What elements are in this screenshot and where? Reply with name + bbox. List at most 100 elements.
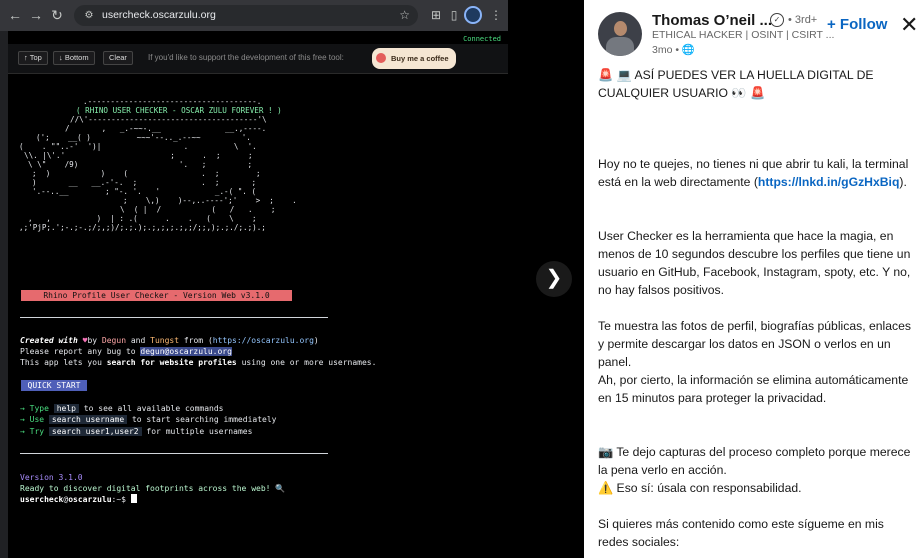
version-text: Version 3.1.0 xyxy=(20,473,83,482)
prompt-host: oscarzulu xyxy=(68,495,112,504)
close-paren-text: ) xyxy=(313,336,319,345)
post-paragraph: ⚠️ Eso sí: úsala con responsabilidad. xyxy=(598,481,802,495)
author-headline: ETHICAL HACKER | OSINT | CSIRT ... xyxy=(652,29,835,41)
ascii-line: \ ( | / ( / . ; xyxy=(120,205,276,214)
app-bold-text: search for website profiles xyxy=(106,358,237,367)
ascii-line: ; \,) )--,..----';' > ; . xyxy=(123,196,297,205)
ascii-line: , , ) | : .( . . ( \ ; xyxy=(28,214,257,223)
connection-status: Connected xyxy=(463,35,501,43)
post-paragraph: Si quieres más contenido como este sígue… xyxy=(598,517,884,549)
extensions-icon[interactable]: ⊞ xyxy=(427,6,445,24)
media-viewer: ← → ↻ ⚙ usercheck.oscarzulu.org ☆ ⊞ ▯ ⋮ … xyxy=(0,0,584,558)
app-suffix-text: using one or more usernames. xyxy=(236,358,377,367)
connection-degree: • 3rd+ xyxy=(788,14,818,26)
coffee-label: Buy me a coffee xyxy=(391,54,449,63)
profile-avatar-icon[interactable] xyxy=(464,6,482,24)
post-title: 🚨 💻 ASÍ PUEDES VER LA HUELLA DIGITAL DE … xyxy=(598,68,874,100)
version-title-banner: Rhino Profile User Checker - Version Web… xyxy=(21,290,292,301)
qs-command: help xyxy=(53,404,79,413)
sidebar-icon[interactable]: ▯ xyxy=(445,6,463,24)
author-degun: Degun xyxy=(101,336,127,345)
quick-start-item: → Type help to see all available command… xyxy=(20,403,223,414)
post-paragraph: 📷 Te dejo capturas del proceso completo … xyxy=(598,445,911,477)
ascii-line: \ \" /9) '. ; ; xyxy=(28,160,253,169)
next-image-button[interactable]: ❯ xyxy=(536,261,572,297)
forward-arrow-icon[interactable]: → xyxy=(27,6,45,24)
qs-prefix: → Try xyxy=(20,427,49,436)
app-prefix-text: This app lets you xyxy=(20,358,107,367)
author-tungst: Tungst xyxy=(150,336,180,345)
scroll-bottom-button[interactable]: ↓ Bottom xyxy=(53,51,95,65)
post-meta: 3mo • 🌐 xyxy=(652,44,696,56)
divider xyxy=(20,453,328,454)
browser-toolbar: ← → ↻ ⚙ usercheck.oscarzulu.org ☆ ⊞ ▯ ⋮ xyxy=(0,0,508,31)
command-prompt[interactable]: usercheck@oscarzulu:~$ xyxy=(20,494,137,505)
ascii-line: / , _.-~~-.__ __.,----. xyxy=(65,124,267,133)
qs-prefix: → Use xyxy=(20,415,49,424)
qs-prefix: → Type xyxy=(20,404,54,413)
buy-me-a-coffee-button[interactable]: Buy me a coffee xyxy=(372,48,456,69)
ascii-line: ) __ __.-'-. ; . ; ; xyxy=(32,178,257,187)
qs-command: search user1,user2 xyxy=(48,427,142,436)
qs-command: search username xyxy=(48,415,128,424)
by-text: by xyxy=(87,336,98,345)
ascii-line: ,;'PjP;.';-.;-.;/;,;)/;.;.);.;,;,;.;,;/;… xyxy=(19,223,266,232)
ascii-line: '.--..__ ; "-. '. ' _.-( ". ( xyxy=(32,187,257,196)
address-bar[interactable]: ⚙ usercheck.oscarzulu.org ☆ xyxy=(74,5,418,26)
qs-text: for multiple usernames xyxy=(141,427,253,436)
reload-icon[interactable]: ↻ xyxy=(48,6,66,24)
terminal-page: Connected ↑ Top ↓ Bottom Clear If you'd … xyxy=(8,31,508,558)
author-name[interactable]: Thomas O’neil ... xyxy=(652,12,772,29)
site-info-icon[interactable]: ⚙ xyxy=(82,9,96,22)
post-paragraph: Hoy no te quejes, no tienes ni que abrir… xyxy=(598,157,909,189)
and-text: and xyxy=(130,336,146,345)
verified-shield-icon: ✓ xyxy=(770,13,784,27)
report-bug-line: Please report any bug to degun@oscarzulu… xyxy=(20,346,232,357)
quick-start-badge: QUICK START xyxy=(21,380,87,391)
site-link[interactable]: https://oscarzulu.org xyxy=(213,336,314,345)
created-with-text: Created with xyxy=(20,336,78,345)
from-text: from ( xyxy=(183,336,213,345)
ascii-line: //\'------------------------------------… xyxy=(70,115,267,124)
post-panel: Thomas O’neil ... ✓ • 3rd+ + Follow ✕ ET… xyxy=(584,0,923,558)
post-paragraph: Te muestra las fotos de perfil, biografí… xyxy=(598,319,911,369)
divider xyxy=(20,317,328,318)
prompt-user: usercheck xyxy=(20,495,64,504)
address-url: usercheck.oscarzulu.org xyxy=(102,9,216,21)
post-paragraph: User Checker es la herramienta que hace … xyxy=(598,229,911,297)
author-avatar[interactable] xyxy=(598,12,642,56)
terminal-controls: ↑ Top ↓ Bottom Clear If you'd like to su… xyxy=(8,44,508,74)
ready-message: Ready to discover digital footprints acr… xyxy=(20,484,286,493)
app-description-line: This app lets you search for website pro… xyxy=(20,357,376,368)
menu-dots-icon[interactable]: ⋮ xyxy=(487,6,505,24)
quick-start-item: → Try search user1,user2 for multiple us… xyxy=(20,426,252,437)
close-icon[interactable]: ✕ xyxy=(900,13,918,37)
ascii-rhino-art: .-------------------------------------. … xyxy=(19,97,339,282)
report-bug-text: Please report any bug to xyxy=(20,347,141,356)
post-link[interactable]: https://lnkd.in/gGzHxBiq xyxy=(758,175,900,189)
bookmark-star-icon[interactable]: ☆ xyxy=(399,7,410,24)
ascii-line: ( RHINO USER CHECKER - OSCAR ZULU FOREVE… xyxy=(76,106,282,115)
ascii-line: .-------------------------------------. xyxy=(83,97,262,106)
follow-button[interactable]: + Follow xyxy=(827,16,887,33)
ascii-line: ; ) ) ( . ; ; xyxy=(32,169,261,178)
created-with-line: Created with ♥by Degun and Tungst from (… xyxy=(20,335,319,346)
ascii-line: \\. |\'.' ; . ; ; xyxy=(24,151,253,160)
qs-text: to see all available commands xyxy=(78,404,224,413)
avatar-body xyxy=(606,37,634,56)
ascii-line: ( . ""..-' ')| . \ '. xyxy=(19,142,257,151)
coffee-icon xyxy=(376,53,386,63)
quick-start-item: → Use search username to start searching… xyxy=(20,414,276,425)
prompt-suffix: :~$ xyxy=(111,495,131,504)
avatar-head xyxy=(614,21,627,36)
qs-text: to start searching immediately xyxy=(127,415,277,424)
email-link[interactable]: degun@oscarzulu.org xyxy=(140,347,232,356)
clear-button[interactable]: Clear xyxy=(103,51,133,65)
support-text: If you'd like to support the development… xyxy=(148,53,344,62)
ascii-line: ('; __( ) ~~~'--.._.--~~ '. xyxy=(36,133,251,142)
browser-screenshot: ← → ↻ ⚙ usercheck.oscarzulu.org ☆ ⊞ ▯ ⋮ … xyxy=(0,0,508,558)
post-paragraph: Ah, por cierto, la información se elimin… xyxy=(598,373,909,405)
back-arrow-icon[interactable]: ← xyxy=(6,6,24,24)
scroll-top-button[interactable]: ↑ Top xyxy=(18,51,48,65)
terminal-cursor xyxy=(130,494,137,503)
